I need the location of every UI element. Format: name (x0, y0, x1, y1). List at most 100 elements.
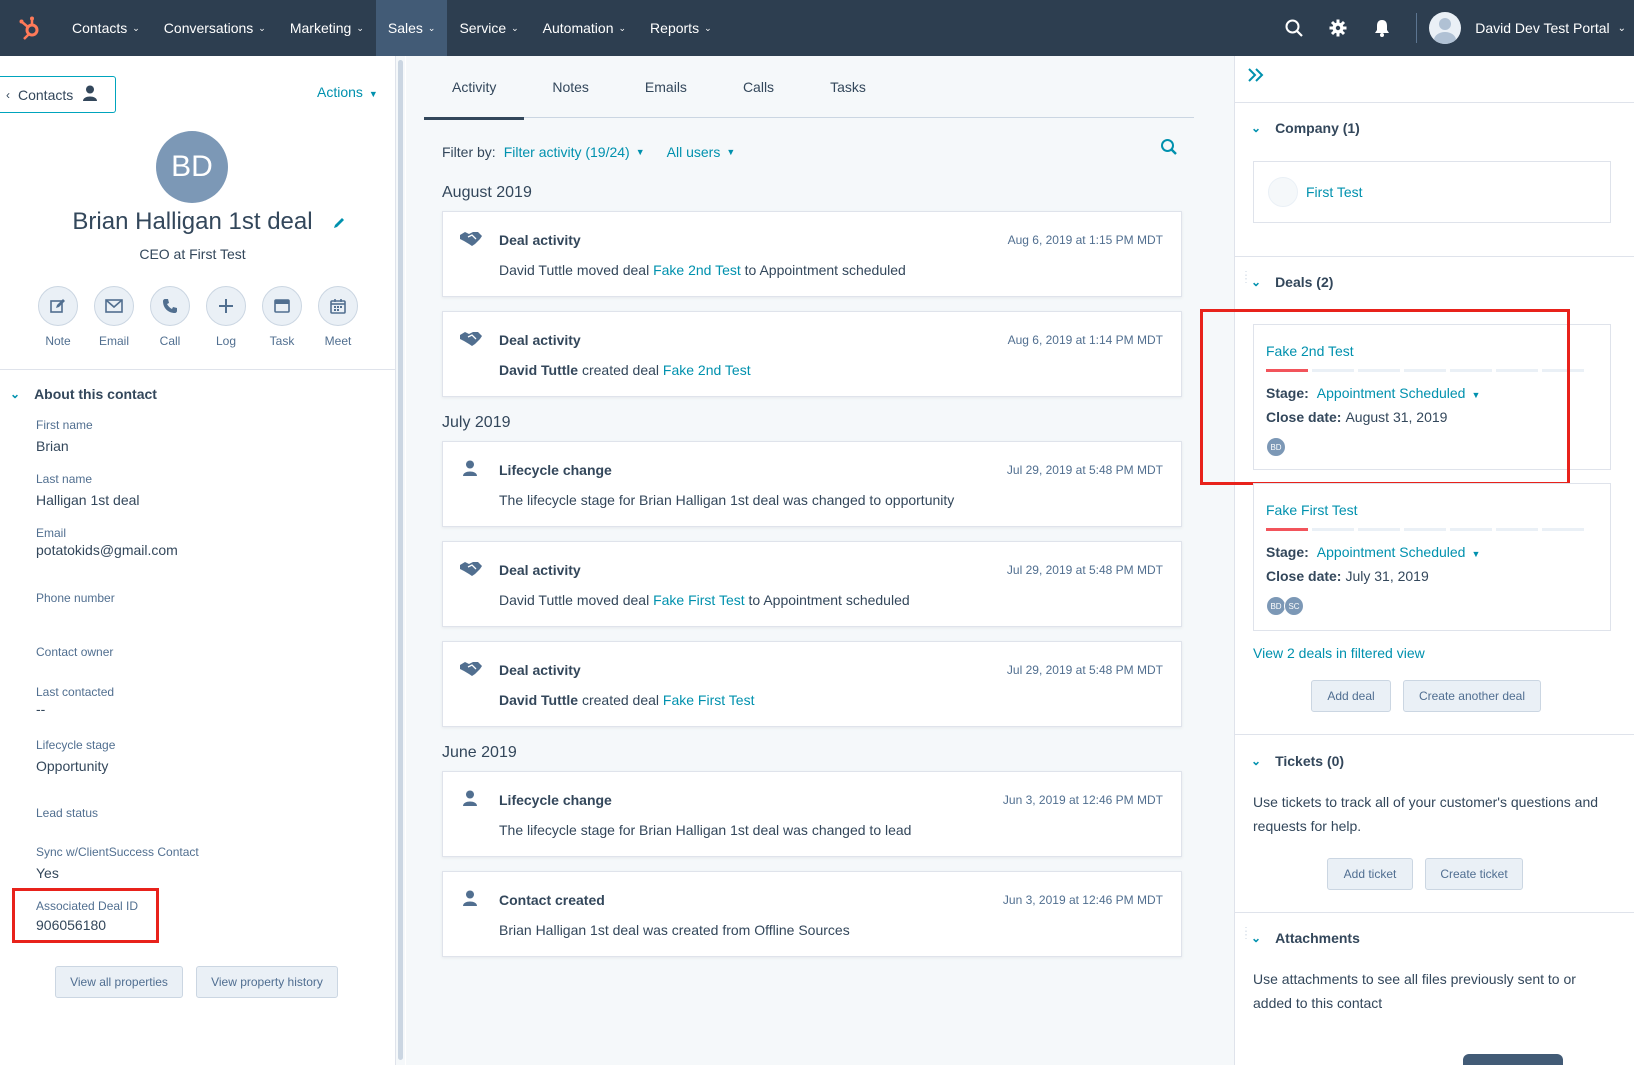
property-first-name[interactable]: First name Brian (36, 418, 93, 454)
scrollbar-thumb[interactable] (398, 60, 403, 1060)
tab-emails[interactable]: Emails (617, 56, 715, 118)
contact-avatar: BD (156, 131, 228, 203)
caret-down-icon: ▼ (726, 147, 736, 157)
tickets-section-toggle[interactable]: ⌄ Tickets (0) (1251, 753, 1344, 769)
month-heading: June 2019 (442, 744, 517, 761)
plus-icon (206, 286, 246, 326)
email-button[interactable]: Email (86, 286, 142, 348)
add-ticket-button[interactable]: Add ticket (1327, 858, 1413, 890)
nav-service[interactable]: Service ⌄ (447, 0, 530, 56)
search-icon[interactable] (1272, 0, 1316, 56)
nav-automation[interactable]: Automation ⌄ (531, 0, 638, 56)
double-chevron-right-icon[interactable] (1247, 66, 1265, 89)
deal-link[interactable]: Fake First Test (663, 692, 755, 708)
property-last-contacted: Last contacted -- (36, 685, 115, 717)
nav-conversations[interactable]: Conversations ⌄ (152, 0, 278, 56)
deal-card[interactable]: Fake First Test Stage: Appointment Schedu… (1253, 483, 1611, 631)
task-button[interactable]: Task (254, 286, 310, 348)
timeline-card[interactable]: Deal activity Jul 29, 2019 at 5:48 PM MD… (442, 641, 1182, 727)
timeline-card[interactable]: Deal activity Aug 6, 2019 at 1:15 PM MDT… (442, 211, 1182, 297)
gear-icon[interactable] (1316, 0, 1360, 56)
property-last-name[interactable]: Last name Halligan 1st deal (36, 472, 140, 508)
property-sync-clientsuccess[interactable]: Sync w/ClientSuccess Contact Yes (36, 845, 199, 881)
divider (1235, 734, 1634, 735)
timeline-card[interactable]: Lifecycle change Jun 3, 2019 at 12:46 PM… (442, 771, 1182, 857)
left-scrollbar[interactable] (395, 56, 405, 1065)
property-phone-number[interactable]: Phone number (36, 591, 115, 611)
deal-link[interactable]: Fake 2nd Test (663, 362, 751, 378)
deal-stage-progress (1266, 528, 1588, 531)
month-heading: August 2019 (442, 184, 532, 201)
nav-sales[interactable]: Sales ⌄ (375, 0, 448, 56)
highlight-box-deal (1200, 309, 1570, 485)
property-lifecycle-stage[interactable]: Lifecycle stage Opportunity (36, 738, 115, 774)
deal-link[interactable]: Fake 2nd Test (653, 262, 741, 278)
property-email[interactable]: Email potatokids@gmail.com (36, 526, 178, 558)
bell-icon[interactable] (1360, 0, 1404, 56)
company-link[interactable]: First Test (1306, 184, 1363, 200)
pencil-icon[interactable] (332, 216, 346, 235)
highlight-box-deal-id (12, 888, 159, 943)
divider (0, 369, 395, 370)
view-all-properties-button[interactable]: View all properties (55, 966, 183, 998)
deal-link[interactable]: Fake First Test (1266, 502, 1358, 518)
timeline-card[interactable]: Deal activity Aug 6, 2019 at 1:14 PM MDT… (442, 311, 1182, 397)
deal-stage-dropdown[interactable]: Appointment Scheduled (1317, 544, 1466, 560)
actions-dropdown[interactable]: Actions ▼ (317, 84, 378, 100)
drag-handle-icon[interactable]: ⋮ ⋮ (1241, 927, 1251, 941)
view-property-history-button[interactable]: View property history (196, 966, 338, 998)
filter-row: Filter by: Filter activity (19/24) ▼ All … (442, 144, 757, 160)
filter-activity-dropdown[interactable]: Filter activity (19/24) (504, 144, 630, 160)
call-button[interactable]: Call (142, 286, 198, 348)
activity-timeline: Activity Notes Emails Calls Tasks Filter… (406, 56, 1234, 1065)
meet-button[interactable]: Meet (310, 286, 366, 348)
handshake-icon (459, 330, 483, 353)
company-section-toggle[interactable]: ⌄ Company (1) (1251, 120, 1360, 136)
person-icon (463, 460, 477, 481)
user-avatar[interactable] (1429, 12, 1462, 44)
log-button[interactable]: Log (198, 286, 254, 348)
view-deals-filtered-link[interactable]: View 2 deals in filtered view (1253, 645, 1425, 661)
drag-handle-icon[interactable]: ⋮ ⋮ (1241, 271, 1251, 285)
portal-chevron-down-icon[interactable]: ⌄ (1618, 23, 1626, 34)
create-another-deal-button[interactable]: Create another deal (1403, 680, 1541, 712)
timeline-card[interactable]: Deal activity Jul 29, 2019 at 5:48 PM MD… (442, 541, 1182, 627)
tab-notes[interactable]: Notes (524, 56, 617, 118)
nav-contacts[interactable]: Contacts ⌄ (60, 0, 152, 56)
handshake-icon (459, 230, 483, 253)
note-icon (38, 286, 78, 326)
company-logo (1268, 177, 1298, 207)
add-deal-button[interactable]: Add deal (1311, 680, 1391, 712)
create-ticket-button[interactable]: Create ticket (1425, 858, 1523, 890)
all-users-dropdown[interactable]: All users (667, 144, 721, 160)
timeline-card[interactable]: Contact created Jun 3, 2019 at 12:46 PM … (442, 871, 1182, 957)
tickets-description: Use tickets to track all of your custome… (1253, 794, 1599, 834)
property-contact-owner[interactable]: Contact owner (36, 645, 113, 665)
chevron-down-icon: ⌄ (10, 387, 21, 401)
attachments-section-toggle[interactable]: ⌄ Attachments (1251, 930, 1360, 946)
month-heading: July 2019 (442, 414, 511, 431)
nav-marketing[interactable]: Marketing ⌄ (278, 0, 376, 56)
timeline-card[interactable]: Lifecycle change Jul 29, 2019 at 5:48 PM… (442, 441, 1182, 527)
tab-calls[interactable]: Calls (715, 56, 802, 118)
tab-tasks[interactable]: Tasks (802, 56, 894, 118)
email-icon (94, 286, 134, 326)
caret-down-icon: ▼ (368, 89, 378, 99)
help-widget-button[interactable] (1463, 1054, 1563, 1065)
deals-section-toggle[interactable]: ⌄ Deals (2) (1251, 274, 1333, 290)
back-to-contacts-button[interactable]: ‹ Contacts (0, 76, 116, 113)
about-this-contact-toggle[interactable]: ⌄ About this contact (10, 386, 157, 402)
phone-icon (150, 286, 190, 326)
filter-by-label: Filter by: (442, 144, 496, 160)
portal-name[interactable]: David Dev Test Portal (1475, 20, 1609, 36)
property-lead-status[interactable]: Lead status (36, 806, 98, 826)
note-button[interactable]: Note (30, 286, 86, 348)
deal-link[interactable]: Fake First Test (653, 592, 745, 608)
company-card[interactable]: First Test (1253, 161, 1611, 223)
search-icon[interactable] (1160, 138, 1178, 161)
handshake-icon (459, 660, 483, 683)
tab-activity[interactable]: Activity (424, 56, 525, 120)
caret-down-icon: ▼ (1471, 549, 1481, 559)
nav-reports[interactable]: Reports ⌄ (638, 0, 724, 56)
hubspot-logo-icon[interactable] (0, 0, 60, 56)
